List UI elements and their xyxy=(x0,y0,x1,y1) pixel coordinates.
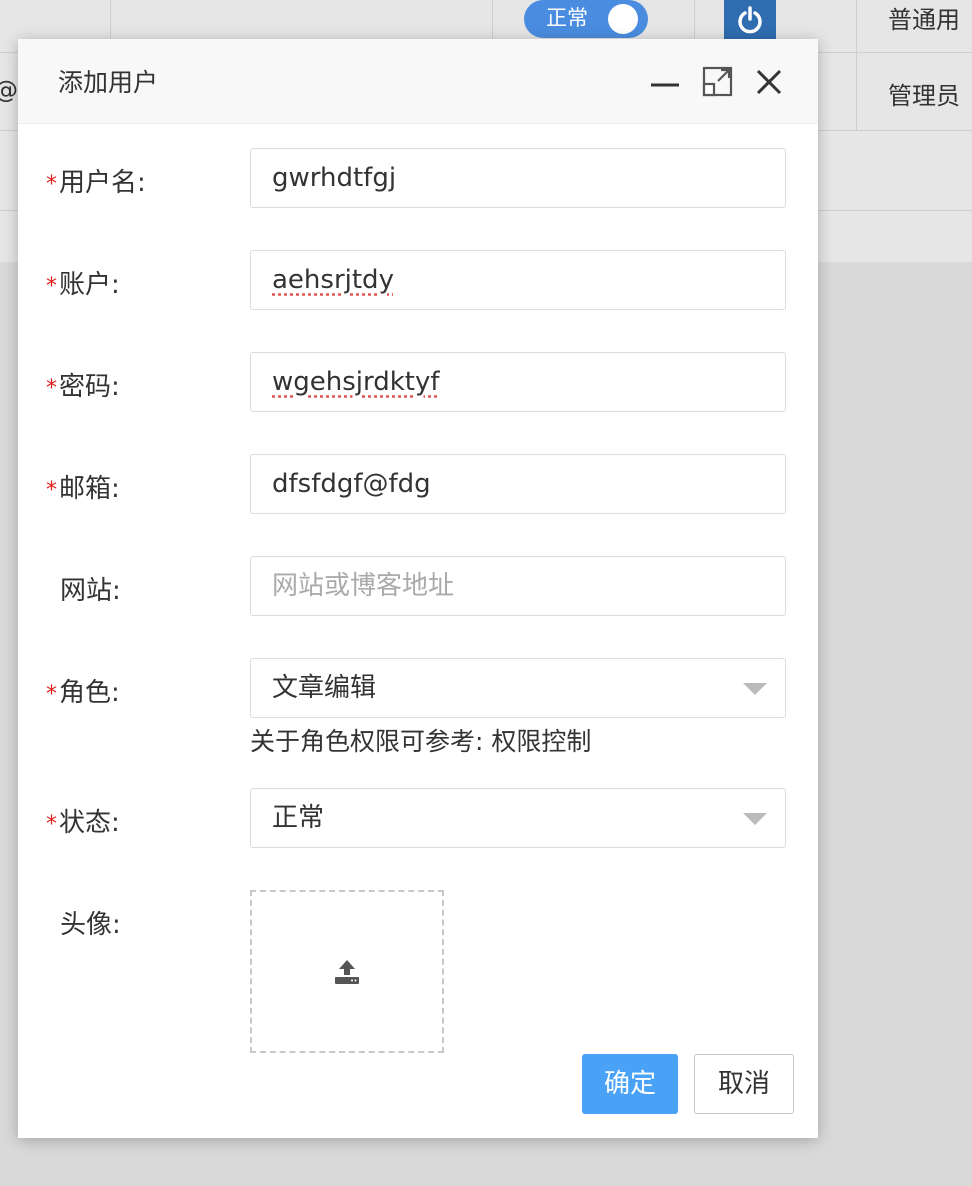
close-button[interactable] xyxy=(752,65,786,99)
username-input[interactable]: gwrhdtfgj xyxy=(250,148,786,208)
account-input[interactable]: aehsrjtdy xyxy=(250,250,786,310)
toggle-knob xyxy=(608,4,638,34)
role-select[interactable]: 文章编辑 xyxy=(250,658,786,718)
account-label: *账户: xyxy=(46,270,120,300)
website-label: 网站: xyxy=(60,576,121,606)
role-label: *角色: xyxy=(46,678,120,708)
chevron-down-icon xyxy=(743,813,767,825)
role-cell: 管理员 xyxy=(888,82,960,110)
table-column-divider xyxy=(856,0,857,130)
website-input[interactable]: 网站或博客地址 xyxy=(250,556,786,616)
close-icon xyxy=(756,69,782,95)
status-toggle[interactable]: 正常 xyxy=(524,0,648,38)
password-input[interactable]: wgehsjrdktyf xyxy=(250,352,786,412)
minimize-button[interactable] xyxy=(648,65,682,99)
confirm-button[interactable]: 确定 xyxy=(582,1054,678,1114)
dialog-title: 添加用户 xyxy=(58,68,159,97)
email-input[interactable]: dfsfdgf@fdg xyxy=(250,454,786,514)
minimize-icon xyxy=(651,83,679,87)
email-label: *邮箱: xyxy=(46,474,120,504)
avatar-upload[interactable] xyxy=(250,890,444,1053)
add-user-dialog: 添加用户 *用户名: gwrhdtfgj *账户: aehsrjtdy *密码: xyxy=(18,39,818,1138)
status-label: *状态: xyxy=(46,808,120,838)
account-value: aehsrjtdy xyxy=(272,265,394,295)
power-icon xyxy=(738,6,762,34)
upload-icon xyxy=(335,959,359,984)
role-select-value: 文章编辑 xyxy=(272,673,377,703)
maximize-icon xyxy=(702,66,733,97)
role-hint: 关于角色权限可参考: 权限控制 xyxy=(250,727,592,756)
password-value: wgehsjrdktyf xyxy=(272,367,440,397)
chevron-down-icon xyxy=(743,683,767,695)
username-label: *用户名: xyxy=(46,168,146,198)
dialog-header: 添加用户 xyxy=(18,39,818,124)
status-select[interactable]: 正常 xyxy=(250,788,786,848)
password-label: *密码: xyxy=(46,372,120,402)
role-cell: 普通用 xyxy=(888,6,960,34)
status-toggle-label: 正常 xyxy=(546,6,588,30)
power-button[interactable] xyxy=(724,0,776,40)
maximize-button[interactable] xyxy=(701,65,735,99)
cancel-button[interactable]: 取消 xyxy=(694,1054,794,1114)
avatar-label: 头像: xyxy=(60,910,121,940)
status-select-value: 正常 xyxy=(272,803,325,833)
